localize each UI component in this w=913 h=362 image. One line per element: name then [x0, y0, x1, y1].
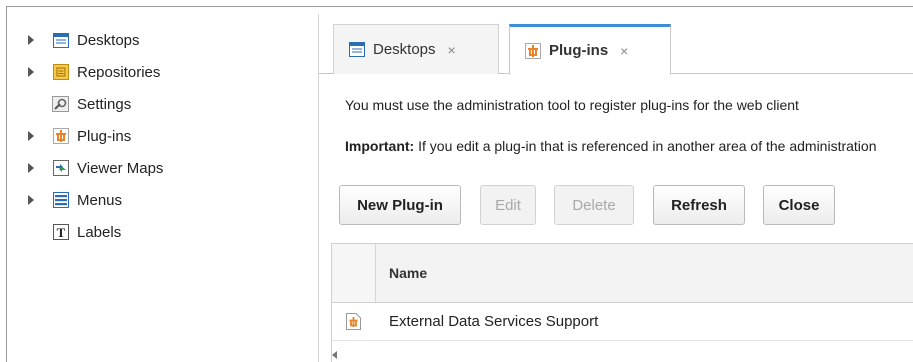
edit-button[interactable]: Edit [480, 185, 536, 225]
settings-icon [52, 96, 69, 113]
new-plugin-button[interactable]: New Plug-in [339, 185, 461, 225]
plugins-panel: Desktops × Plug-ins × You must use the a… [319, 6, 913, 362]
close-tab-icon[interactable]: × [620, 43, 628, 59]
refresh-button[interactable]: Refresh [653, 185, 745, 225]
tab-desktops[interactable]: Desktops × [333, 24, 499, 74]
desktop-icon [348, 41, 365, 58]
expand-arrow-icon[interactable] [28, 163, 34, 173]
tab-label: Desktops [373, 41, 436, 58]
tab-label: Plug-ins [549, 42, 609, 59]
tab-bar: Desktops × Plug-ins × [319, 24, 913, 75]
close-tab-icon[interactable]: × [448, 42, 456, 58]
sidebar-item-label: Desktops [77, 31, 140, 49]
viewer-map-icon [52, 160, 69, 177]
sidebar-item-label: Labels [77, 223, 122, 241]
expand-arrow-icon[interactable] [28, 131, 34, 141]
tab-plugins[interactable]: Plug-ins × [509, 24, 671, 75]
svg-text:T: T [56, 225, 65, 240]
close-button[interactable]: Close [763, 185, 835, 225]
info-message: You must use the administration tool to … [345, 97, 799, 113]
column-header-name[interactable]: Name [389, 265, 427, 281]
expand-arrow-icon[interactable] [28, 195, 34, 205]
sidebar-item-label: Settings [77, 95, 132, 113]
expand-arrow-icon[interactable] [28, 35, 34, 45]
sidebar-item-label: Repositories [77, 63, 161, 81]
delete-button[interactable]: Delete [554, 185, 634, 225]
plugin-icon [524, 42, 541, 59]
repository-icon [52, 64, 69, 81]
plugins-grid: Name External Data Services Support [331, 243, 913, 362]
grid-header: Name [332, 243, 913, 303]
row-selector-header[interactable] [332, 244, 376, 302]
plugin-name-cell: External Data Services Support [389, 313, 599, 330]
menu-icon [52, 192, 69, 209]
table-row[interactable]: External Data Services Support [332, 303, 913, 341]
sidebar-item-label: Menus [77, 191, 123, 209]
sidebar-item-labels[interactable]: T Labels [28, 216, 308, 248]
sidebar-item-menus[interactable]: Menus [28, 184, 308, 216]
sidebar-tree: Desktops Repositories Settings Plug-ins … [28, 24, 308, 248]
sidebar-item-label: Plug-ins [77, 127, 132, 145]
scroll-left-icon[interactable] [332, 351, 337, 359]
sidebar-item-viewer-maps[interactable]: Viewer Maps [28, 152, 308, 184]
plugin-icon [346, 313, 361, 334]
important-text: If you edit a plug-in that is referenced… [414, 138, 877, 154]
sidebar-item-plugins[interactable]: Plug-ins [28, 120, 308, 152]
plugin-icon [52, 128, 69, 145]
sidebar-item-settings[interactable]: Settings [28, 88, 308, 120]
label-icon: T [52, 224, 69, 241]
expand-arrow-icon[interactable] [28, 67, 34, 77]
desktop-icon [52, 32, 69, 49]
sidebar-item-repositories[interactable]: Repositories [28, 56, 308, 88]
sidebar-item-desktops[interactable]: Desktops [28, 24, 308, 56]
important-label: Important: [345, 138, 415, 154]
important-message: Important: If you edit a plug-in that is… [345, 138, 877, 154]
sidebar-item-label: Viewer Maps [77, 159, 164, 177]
